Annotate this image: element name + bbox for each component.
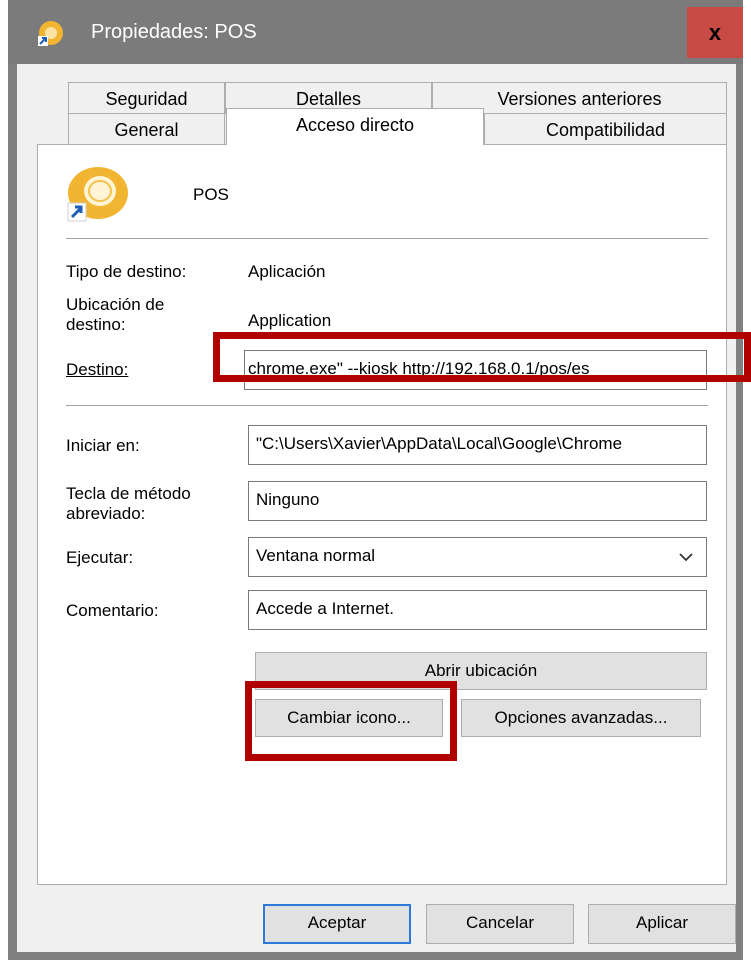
tab-compatibility[interactable]: Compatibilidad xyxy=(484,113,727,145)
target-location-label-line2: destino: xyxy=(66,315,126,334)
highlight-target-box xyxy=(213,332,751,382)
ok-button[interactable]: Aceptar xyxy=(263,904,411,944)
tab-security[interactable]: Seguridad xyxy=(68,82,225,114)
start-in-label: Iniciar en: xyxy=(66,436,140,455)
advanced-options-button[interactable]: Opciones avanzadas... xyxy=(461,699,701,737)
target-type-label: Tipo de destino: xyxy=(66,262,187,281)
title-bar[interactable]: Propiedades: POS x xyxy=(8,0,743,64)
target-type-value: Aplicación xyxy=(248,262,326,281)
chevron-down-icon xyxy=(679,553,693,562)
cancel-button[interactable]: Cancelar xyxy=(426,904,574,944)
tab-general[interactable]: General xyxy=(68,113,225,145)
app-icon xyxy=(38,21,63,46)
close-icon: x xyxy=(708,20,722,45)
target-location-value: Application xyxy=(248,311,332,330)
target-label: Destino: xyxy=(66,360,129,379)
highlight-change-icon xyxy=(245,681,457,761)
shortcut-key-label-line2: abreviado: xyxy=(66,504,146,523)
target-location-label-line1: Ubicación de xyxy=(66,295,165,314)
tab-shortcut[interactable]: Acceso directo xyxy=(226,108,484,145)
apply-button[interactable]: Aplicar xyxy=(588,904,736,944)
shortcut-key-label-line1: Tecla de método xyxy=(66,484,191,503)
comment-label: Comentario: xyxy=(66,601,159,620)
shortcut-name: POS xyxy=(193,185,229,204)
separator-top xyxy=(66,238,708,239)
close-button[interactable]: x xyxy=(687,7,743,58)
run-select-value: Ventana normal xyxy=(256,546,376,565)
separator-middle xyxy=(66,405,708,406)
window-title: Propiedades: POS xyxy=(91,21,257,43)
run-label: Ejecutar: xyxy=(66,548,134,567)
shortcut-key-input[interactable]: Ninguno xyxy=(248,481,707,521)
run-select[interactable]: Ventana normal xyxy=(248,537,707,577)
comment-input[interactable]: Accede a Internet. xyxy=(248,590,707,630)
start-in-input[interactable]: "C:\Users\Xavier\AppData\Local\Google\Ch… xyxy=(248,425,707,465)
chrome-app-shortcut-icon xyxy=(67,167,128,222)
